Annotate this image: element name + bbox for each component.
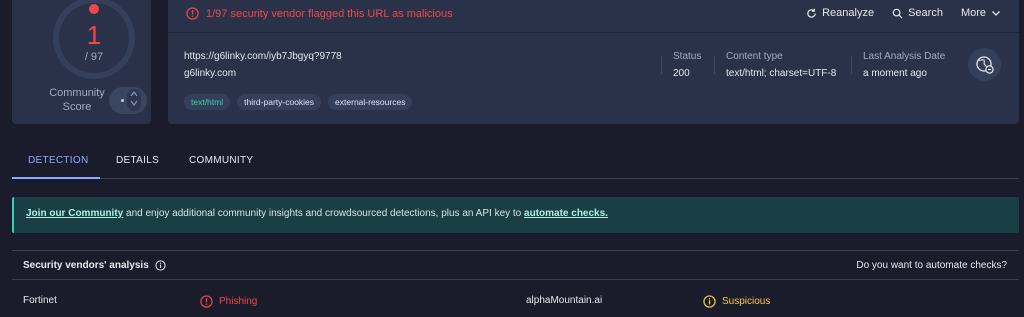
search-button[interactable]: Search	[892, 7, 943, 19]
more-label: More	[960, 7, 986, 19]
tab-detection[interactable]: DETECTION	[28, 155, 88, 166]
tab-details[interactable]: DETAILS	[116, 155, 159, 166]
tab-community[interactable]: COMMUNITY	[189, 155, 253, 166]
vote-down-icon[interactable]	[130, 99, 138, 107]
last-analysis-label: Last Analysis Date	[863, 51, 946, 62]
vendors-title: Security vendors' analysis	[23, 260, 166, 271]
more-button[interactable]: More	[961, 7, 1001, 19]
vote-arrows[interactable]	[127, 89, 141, 111]
status-label: Status	[673, 51, 702, 62]
vote-up-icon[interactable]	[130, 90, 138, 98]
search-label: Search	[908, 7, 943, 19]
tag-external-resources[interactable]: external-resources	[328, 94, 413, 110]
malicious-alert: 1/97 security vendor flagged this URL as…	[186, 7, 453, 20]
vendors-header: Security vendors' analysis Do you want t…	[12, 251, 1019, 280]
community-promo-banner: Join our Community and enjoy additional …	[12, 197, 1019, 233]
search-icon	[892, 8, 903, 19]
divider	[714, 56, 715, 74]
active-tab-indicator	[12, 177, 100, 179]
tag-third-party-cookies[interactable]: third-party-cookies	[237, 94, 322, 110]
detection-total: / 97	[84, 51, 104, 63]
alert-circle-icon	[186, 7, 199, 20]
alert-circle-icon	[200, 295, 213, 308]
content-type-label: Content type	[726, 51, 783, 62]
detection-score-card: 1 / 97 Community Score	[12, 0, 151, 124]
vendor-name: alphaMountain.ai	[526, 295, 603, 306]
content-type-value: text/html; charset=UTF-8	[726, 68, 837, 79]
header-actions: Reanalyze Search More	[806, 7, 1001, 19]
vendors-analysis-section: Security vendors' analysis Do you want t…	[12, 250, 1019, 317]
info-icon[interactable]	[155, 260, 166, 271]
status-field: Status 200	[673, 51, 701, 79]
promo-text: and enjoy additional community insights …	[123, 208, 525, 219]
content-type-field: Content type text/html; charset=UTF-8	[726, 51, 836, 79]
analyzed-domain[interactable]: g6linky.com	[184, 68, 236, 79]
warning-circle-icon	[703, 295, 716, 308]
tag-text-html[interactable]: text/html	[184, 94, 231, 110]
vendor-name: Fortinet	[23, 295, 57, 306]
report-tabs: DETECTION DETAILS COMMUNITY	[12, 141, 1019, 179]
vendor-result-suspicious: Suspicious	[703, 295, 770, 308]
automate-checks-link[interactable]: automate checks.	[524, 208, 608, 219]
status-value: 200	[673, 68, 690, 79]
alert-bar: 1/97 security vendor flagged this URL as…	[168, 0, 1019, 33]
refresh-icon	[807, 8, 816, 18]
divider	[851, 56, 852, 74]
reanalyze-button[interactable]: Reanalyze	[806, 7, 874, 19]
vendor-result-label: Suspicious	[722, 296, 771, 307]
chevron-down-icon	[992, 11, 1000, 16]
gauge-indicator	[89, 4, 99, 14]
analyzed-url[interactable]: https://g6linky.com/iyb7Jbgyq?9778	[184, 51, 342, 62]
vote-value	[121, 99, 124, 102]
detection-count: 1	[86, 20, 102, 50]
community-score-label: Community Score	[49, 87, 105, 113]
vendors-title-text: Security vendors' analysis	[23, 260, 149, 271]
automate-checks-prompt[interactable]: Do you want to automate checks?	[856, 260, 1007, 271]
community-vote-control[interactable]	[109, 87, 147, 114]
url-summary-card: 1/97 security vendor flagged this URL as…	[168, 0, 1019, 124]
last-analysis-value: a moment ago	[863, 68, 927, 79]
url-globe-button[interactable]	[968, 48, 1001, 81]
join-community-link[interactable]: Join our Community	[26, 208, 123, 219]
reanalyze-label: Reanalyze	[822, 7, 875, 19]
vendor-result-phishing: Phishing	[200, 295, 257, 308]
divider	[661, 56, 662, 74]
alert-text: 1/97 security vendor flagged this URL as…	[206, 7, 453, 20]
globe-link-icon	[975, 55, 994, 74]
last-analysis-field: Last Analysis Date a moment ago	[863, 51, 945, 79]
vendor-row: Fortinet Phishing alphaMountain.ai Suspi…	[12, 280, 1019, 317]
vendor-result-label: Phishing	[219, 296, 258, 307]
tag-list: text/html third-party-cookies external-r…	[184, 94, 413, 110]
